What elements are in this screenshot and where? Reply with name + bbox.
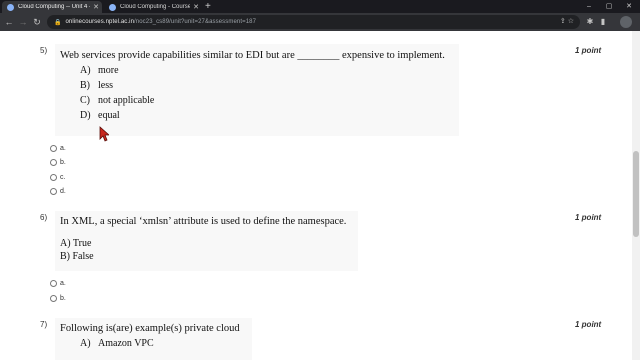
question-5-card: Web services provide capabilities simila…: [55, 44, 459, 136]
question-6-text: In XML, a special ‘xmlsn’ attribute is u…: [60, 216, 347, 227]
maximize-button[interactable]: ▢: [602, 0, 616, 13]
window-close-button[interactable]: ✕: [622, 0, 636, 13]
radio-button[interactable]: [50, 295, 57, 302]
question-6-line-false: B) False: [60, 251, 94, 262]
question-6-choice-b[interactable]: b.: [50, 295, 66, 302]
side-panel-icon[interactable]: ▮: [597, 13, 609, 31]
lock-icon: 🔒: [54, 19, 62, 26]
browser-toolbar: ← → ↻ 🔒 onlinecourses.nptel.ac.in/noc23_…: [0, 13, 640, 31]
radio-button[interactable]: [50, 145, 57, 152]
question-5-choice-d[interactable]: d.: [50, 188, 66, 195]
question-5-choice-c[interactable]: c.: [50, 174, 65, 181]
close-icon[interactable]: ✕: [193, 3, 199, 11]
close-icon[interactable]: ✕: [93, 3, 99, 11]
question-7-card: Following is(are) example(s) private clo…: [55, 318, 252, 360]
new-tab-button[interactable]: +: [205, 0, 211, 13]
question-6-choice-a[interactable]: a.: [50, 280, 66, 287]
question-5-option-d: D) equal: [80, 110, 120, 121]
tab-cloud-computing-unit4[interactable]: Cloud Computing -- Unit 4 - We ✕: [2, 1, 102, 13]
question-5-option-b: B) less: [80, 80, 113, 91]
question-6-line-true: A) True: [60, 238, 92, 249]
radio-button[interactable]: [50, 174, 57, 181]
question-5-number: 5): [40, 46, 48, 55]
reload-icon[interactable]: ↻: [30, 13, 44, 31]
question-6-card: In XML, a special ‘xmlsn’ attribute is u…: [55, 211, 358, 271]
tab-title: Cloud Computing - Course: [120, 4, 191, 10]
favicon-icon: [7, 3, 14, 11]
question-5-text: Web services provide capabilities simila…: [60, 50, 445, 61]
tab-strip: Cloud Computing -- Unit 4 - We ✕ Cloud C…: [0, 0, 640, 13]
vertical-scrollbar[interactable]: [632, 31, 640, 360]
question-5-choice-a[interactable]: a.: [50, 145, 66, 152]
radio-button[interactable]: [50, 280, 57, 287]
tab-title: Cloud Computing -- Unit 4 - We: [18, 4, 90, 10]
mouse-cursor-icon: [99, 126, 109, 142]
radio-button[interactable]: [50, 159, 57, 166]
question-7-number: 7): [40, 320, 48, 329]
forward-arrow-icon[interactable]: →: [16, 13, 30, 31]
address-bar[interactable]: 🔒 onlinecourses.nptel.ac.in/noc23_cs89/u…: [47, 15, 580, 29]
minimize-button[interactable]: –: [582, 0, 596, 13]
extension-puzzle-icon[interactable]: ✱: [584, 13, 596, 31]
question-5-option-c: C) not applicable: [80, 95, 155, 106]
question-7-option-a: A) Amazon VPC: [80, 338, 154, 349]
back-arrow-icon[interactable]: ←: [2, 13, 16, 31]
question-5-option-a: A) more: [80, 65, 119, 76]
share-and-bookmark-icons[interactable]: ⇪ ☆: [560, 15, 574, 29]
question-6-number: 6): [40, 213, 48, 222]
question-6-points: 1 point: [575, 213, 602, 222]
profile-avatar[interactable]: [620, 16, 632, 28]
radio-button[interactable]: [50, 188, 57, 195]
question-7-points: 1 point: [575, 320, 602, 329]
favicon-icon: [109, 3, 116, 11]
question-7-text: Following is(are) example(s) private clo…: [60, 323, 240, 334]
question-5-points: 1 point: [575, 46, 602, 55]
url-text: onlinecourses.nptel.ac.in/noc23_cs89/uni…: [65, 19, 257, 25]
scrollbar-thumb[interactable]: [633, 151, 639, 237]
tab-cloud-computing-course[interactable]: Cloud Computing - Course ✕: [104, 1, 202, 13]
question-5-choice-b[interactable]: b.: [50, 159, 66, 166]
